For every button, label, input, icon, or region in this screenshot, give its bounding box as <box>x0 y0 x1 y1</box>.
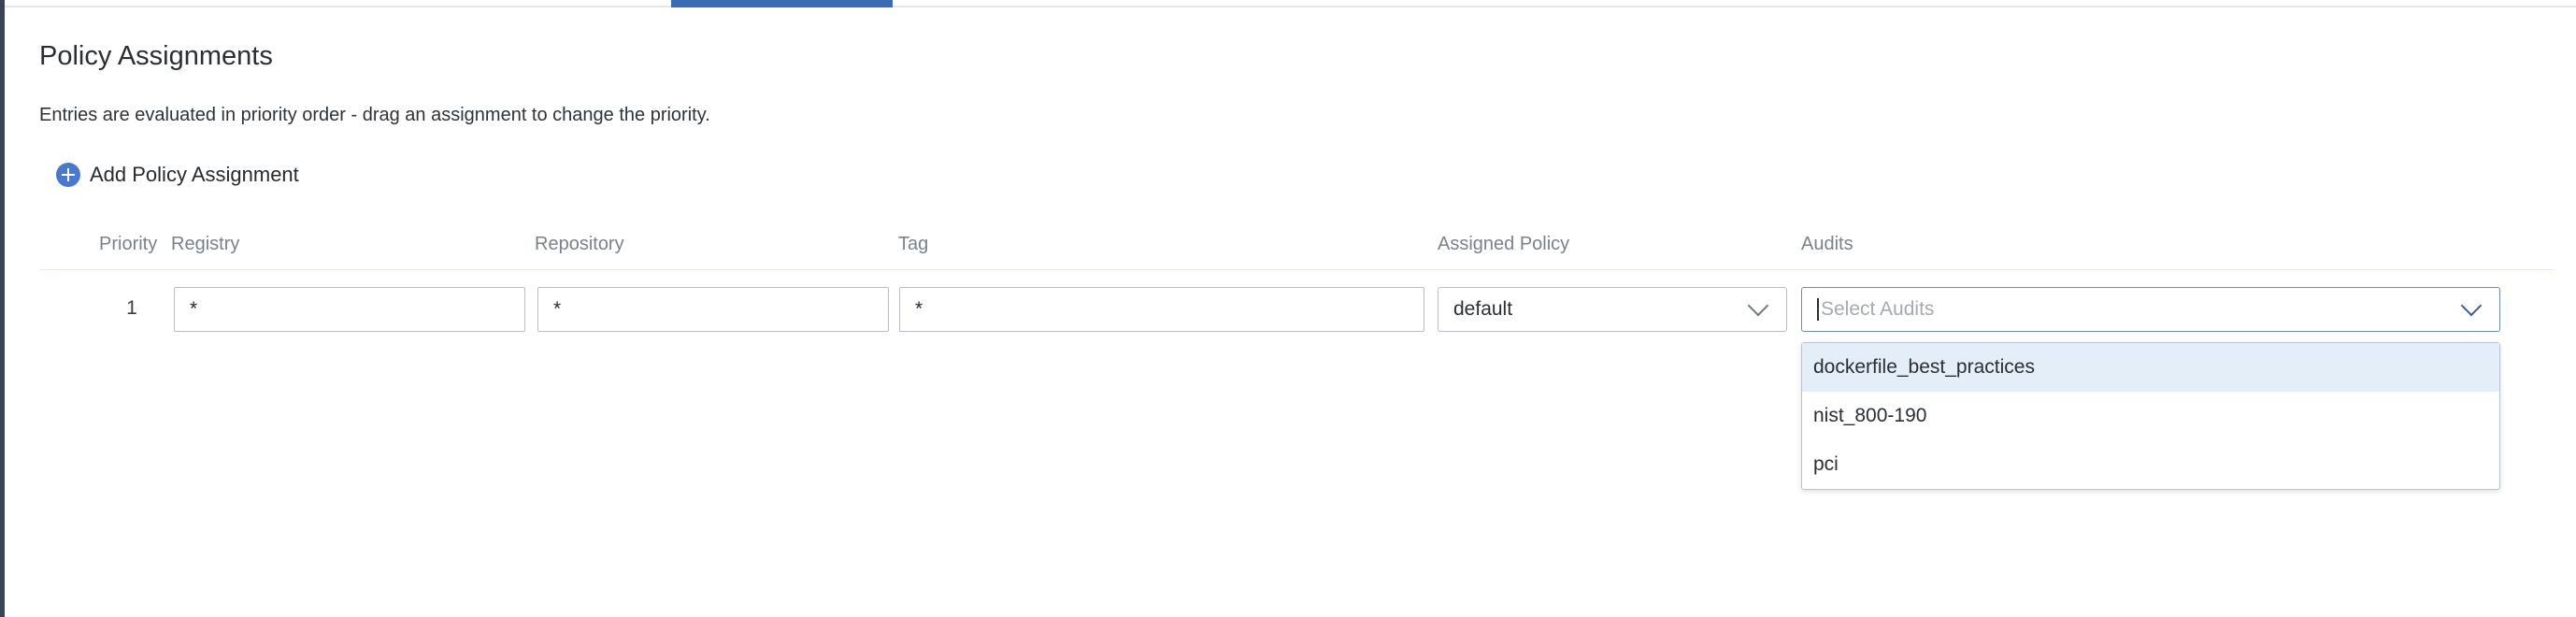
chevron-down-icon <box>1747 294 1769 317</box>
column-header-assigned-policy: Assigned Policy <box>1438 234 1570 254</box>
column-header-priority: Priority <box>99 234 158 254</box>
tag-input[interactable] <box>899 287 1424 332</box>
column-header-audits: Audits <box>1801 234 1853 254</box>
page-title: Policy Assignments <box>39 41 273 71</box>
plus-circle-icon <box>56 163 80 187</box>
assigned-policy-value: default <box>1453 298 1513 320</box>
column-header-tag: Tag <box>898 234 929 254</box>
column-header-registry: Registry <box>171 234 240 254</box>
audits-select[interactable]: Select Audits <box>1801 287 2500 332</box>
page-subtitle: Entries are evaluated in priority order … <box>39 105 710 125</box>
add-policy-assignment-label: Add Policy Assignment <box>90 163 299 186</box>
audit-option[interactable]: dockerfile_best_practices <box>1802 343 2499 392</box>
priority-value: 1 <box>126 297 137 319</box>
left-sidebar-edge <box>0 0 5 617</box>
repository-input[interactable] <box>537 287 889 332</box>
add-policy-assignment-button[interactable]: Add Policy Assignment <box>56 161 299 189</box>
tab-bar-divider <box>5 6 2576 7</box>
audits-placeholder: Select Audits <box>1821 298 1935 320</box>
column-header-repository: Repository <box>535 234 624 254</box>
audit-option[interactable]: nist_800-190 <box>1802 392 2499 440</box>
audit-option[interactable]: pci <box>1802 440 2499 489</box>
registry-input[interactable] <box>174 287 525 332</box>
table-header-divider <box>39 269 2554 270</box>
audits-dropdown-menu: dockerfile_best_practices nist_800-190 p… <box>1801 342 2500 490</box>
chevron-down-icon <box>2460 294 2483 317</box>
assigned-policy-select[interactable]: default <box>1438 287 1787 332</box>
text-cursor <box>1817 298 1819 321</box>
active-tab-indicator[interactable] <box>671 0 893 7</box>
